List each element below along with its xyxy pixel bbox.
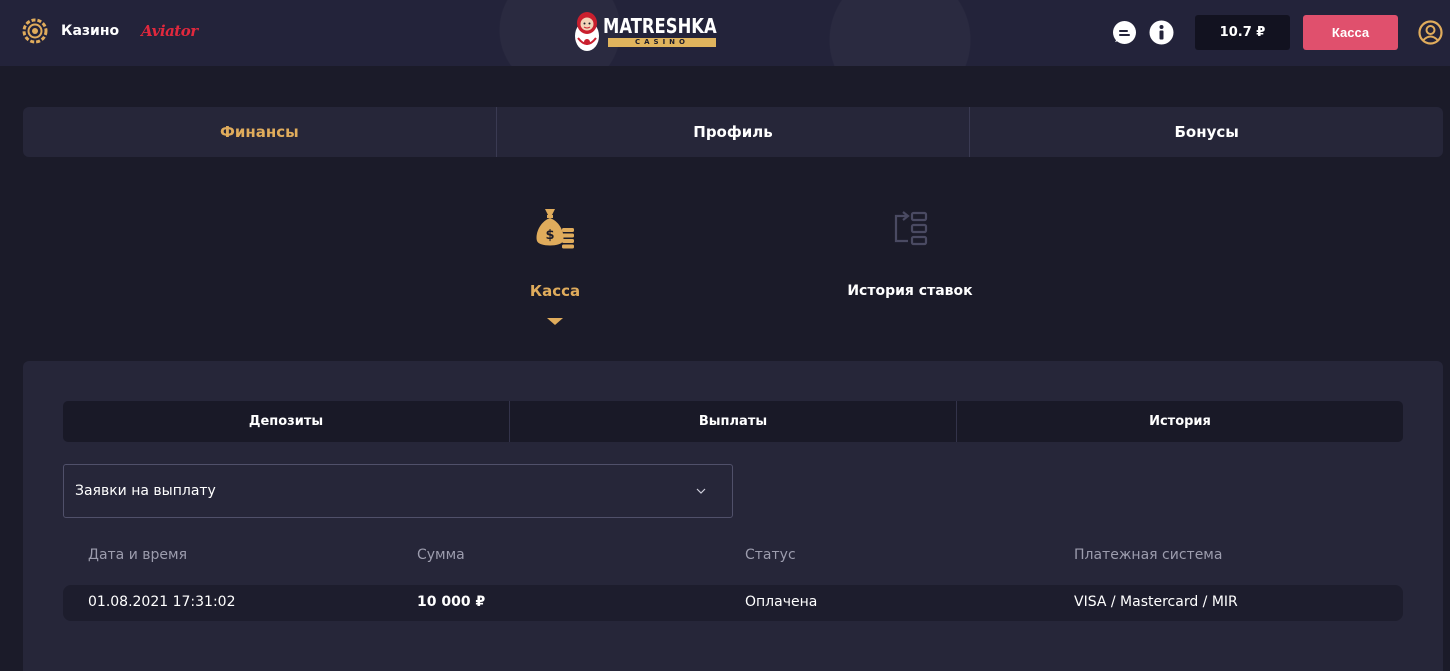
kassa-button[interactable]: Касса bbox=[1303, 15, 1398, 50]
money-bag-icon: $ bbox=[536, 209, 574, 249]
casino-chip-icon[interactable] bbox=[22, 18, 48, 44]
cashier-sub-tabs: Депозиты Выплаты История bbox=[63, 401, 1403, 442]
site-logo[interactable]: MATRESHKA CASINO bbox=[574, 10, 721, 52]
tab-bonuses[interactable]: Бонусы bbox=[970, 107, 1443, 157]
table-header-amount: Сумма bbox=[417, 547, 465, 563]
cell-datetime: 01.08.2021 17:31:02 bbox=[88, 594, 236, 610]
tab-deposits[interactable]: Депозиты bbox=[63, 401, 510, 442]
top-header: Казино Aviator MATRESHKA CASINO 10.7 ₽ К… bbox=[0, 0, 1450, 66]
logo-title: MATRESHKA bbox=[603, 14, 717, 38]
cell-status: Оплачена bbox=[745, 594, 818, 610]
bet-history-icon bbox=[894, 211, 928, 246]
user-profile-icon[interactable] bbox=[1418, 20, 1443, 45]
tab-profile[interactable]: Профиль bbox=[497, 107, 971, 157]
svg-text:$: $ bbox=[545, 228, 554, 243]
table-header-payment-system: Платежная система bbox=[1074, 547, 1223, 563]
matreshka-doll-icon bbox=[575, 12, 599, 51]
subnav-kassa[interactable]: $ Касса bbox=[505, 207, 605, 325]
select-value: Заявки на выплату bbox=[75, 483, 216, 499]
subnav-kassa-label: Касса bbox=[529, 282, 581, 300]
header-left: Казино Aviator bbox=[22, 18, 198, 44]
nav-aviator-link[interactable]: Aviator bbox=[141, 22, 198, 40]
tab-history[interactable]: История bbox=[957, 401, 1403, 442]
table-header-status: Статус bbox=[745, 547, 796, 563]
tab-finances[interactable]: Финансы bbox=[23, 107, 497, 157]
table-row: 01.08.2021 17:31:02 10 000 ₽ Оплачена VI… bbox=[63, 585, 1403, 621]
cashier-panel: Депозиты Выплаты История Заявки на выпла… bbox=[23, 361, 1443, 671]
nav-casino-link[interactable]: Казино bbox=[61, 23, 119, 39]
balance-display[interactable]: 10.7 ₽ bbox=[1195, 15, 1290, 50]
cell-payment-system: VISA / Mastercard / MIR bbox=[1074, 594, 1238, 610]
info-icon[interactable] bbox=[1149, 20, 1174, 45]
subnav-bet-history-label: История ставок bbox=[847, 283, 973, 299]
chat-icon[interactable] bbox=[1112, 20, 1137, 45]
table-header-datetime: Дата и время bbox=[88, 547, 187, 563]
main-tabs: Финансы Профиль Бонусы bbox=[23, 107, 1443, 157]
tab-withdrawals[interactable]: Выплаты bbox=[510, 401, 957, 442]
logo-subtitle: CASINO bbox=[608, 38, 716, 47]
request-type-select[interactable]: Заявки на выплату bbox=[63, 464, 733, 518]
subnav-bet-history[interactable]: История ставок bbox=[840, 207, 980, 299]
cell-amount: 10 000 ₽ bbox=[417, 594, 486, 610]
logo-wordmark: MATRESHKA CASINO bbox=[603, 15, 721, 47]
active-caret-icon bbox=[547, 318, 563, 325]
chevron-down-icon bbox=[696, 488, 706, 494]
